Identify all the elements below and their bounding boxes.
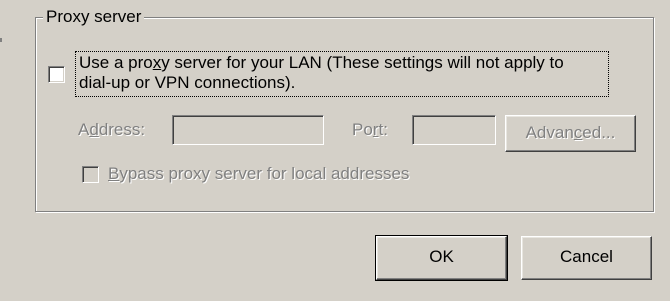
use-proxy-label-part: Use a pro [79,53,153,72]
bypass-label-part: ypass proxy server for local addresses [119,164,410,183]
cancel-button[interactable]: Cancel [521,236,652,280]
window-edge [0,38,2,42]
use-proxy-label-accesskey: x [152,53,162,72]
advanced-button[interactable]: Advanced... [505,115,636,152]
advanced-button-part: ed... [582,123,616,142]
address-label-accesskey: d [89,120,99,139]
bypass-local-label[interactable]: Bypass proxy server for local addresses [108,164,409,184]
proxy-settings-dialog: Proxy server Use a proxy server for your… [0,0,670,301]
port-label: Port: [352,120,388,140]
port-input[interactable] [412,115,496,145]
advanced-button-part: Advan [525,123,574,142]
bypass-local-checkbox[interactable] [82,166,99,183]
port-label-part: t: [378,120,388,139]
address-label-part: A [78,120,90,139]
address-label-part: dress: [98,120,146,139]
address-label: Address: [78,120,145,140]
use-proxy-label[interactable]: Use a proxy server for your LAN (These s… [75,51,609,97]
address-input[interactable] [172,115,324,145]
ok-button[interactable]: OK [375,235,508,281]
use-proxy-checkbox[interactable] [48,66,65,83]
use-proxy-label-part: y server for your LAN (These settings wi… [161,53,564,72]
bypass-label-accesskey: B [108,164,120,183]
use-proxy-label-line2: dial-up or VPN connections). [79,73,296,92]
port-label-part: Po [352,120,373,139]
groupbox-title: Proxy server [43,8,145,26]
